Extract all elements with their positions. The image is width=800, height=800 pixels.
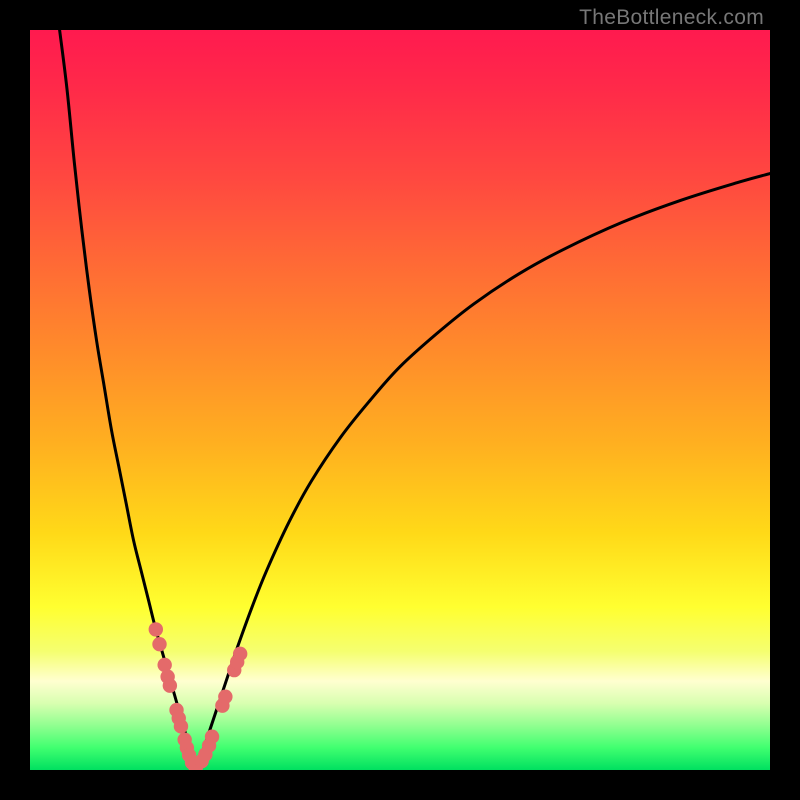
curve-left-arm	[60, 30, 197, 770]
scatter-marker	[174, 719, 188, 733]
chart-frame: TheBottleneck.com	[0, 0, 800, 800]
scatter-marker	[233, 647, 247, 661]
plot-area	[30, 30, 770, 770]
curve-right-arm	[197, 174, 771, 770]
scatter-markers	[149, 622, 248, 770]
scatter-marker	[152, 637, 166, 651]
scatter-marker	[205, 730, 219, 744]
watermark-text: TheBottleneck.com	[579, 6, 764, 30]
scatter-marker	[218, 690, 232, 704]
scatter-marker	[149, 622, 163, 636]
chart-svg	[30, 30, 770, 770]
scatter-marker	[163, 678, 177, 692]
